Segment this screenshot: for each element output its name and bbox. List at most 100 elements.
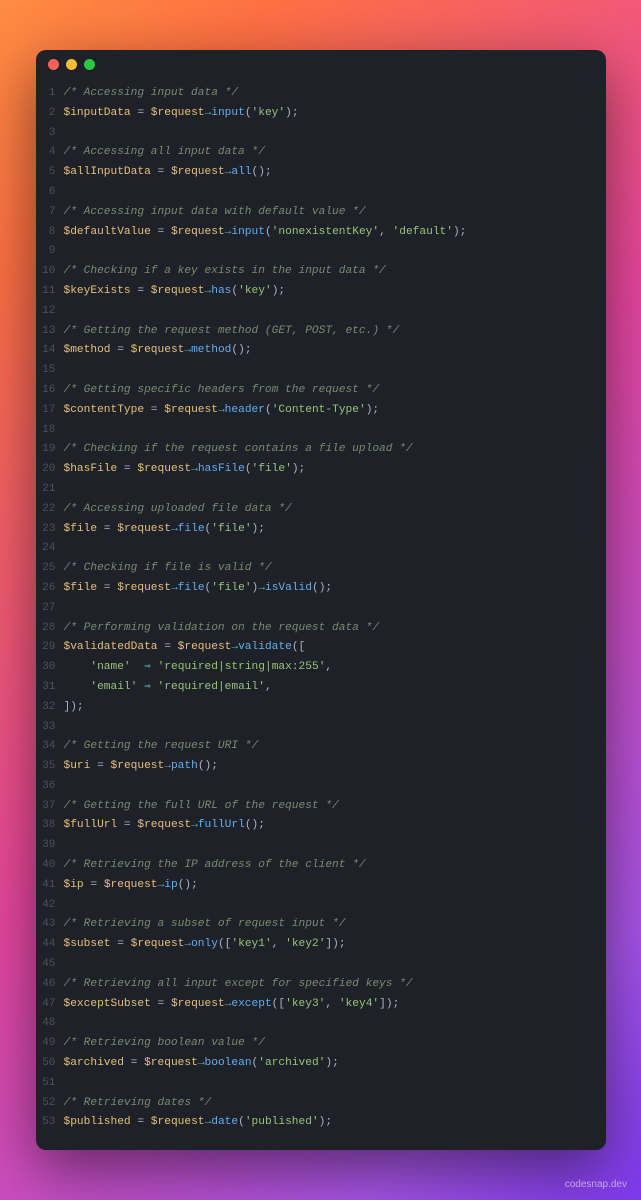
line-number: 45 — [36, 955, 56, 975]
code-line — [64, 1074, 594, 1094]
code-line: /* Retrieving the IP address of the clie… — [64, 856, 594, 876]
code-line: $exceptSubset = $request→except(['key3',… — [64, 995, 594, 1015]
line-number: 35 — [36, 757, 56, 777]
code-line: /* Getting the request method (GET, POST… — [64, 322, 594, 342]
code-line: $inputData = $request→input('key'); — [64, 104, 594, 124]
code-line: $contentType = $request→header('Content-… — [64, 401, 594, 421]
code-line — [64, 777, 594, 797]
line-number: 43 — [36, 915, 56, 935]
code-line: $fullUrl = $request→fullUrl(); — [64, 816, 594, 836]
code-line: $method = $request→method(); — [64, 341, 594, 361]
line-number: 9 — [36, 242, 56, 262]
code-line: /* Accessing input data with default val… — [64, 203, 594, 223]
code-line: /* Retrieving dates */ — [64, 1094, 594, 1114]
code-line: $validatedData = $request→validate([ — [64, 638, 594, 658]
line-number: 41 — [36, 876, 56, 896]
line-number: 36 — [36, 777, 56, 797]
line-number: 38 — [36, 816, 56, 836]
code-line: /* Retrieving a subset of request input … — [64, 915, 594, 935]
code-line — [64, 718, 594, 738]
code-line: $defaultValue = $request→input('nonexist… — [64, 223, 594, 243]
line-number: 1 — [36, 84, 56, 104]
code-line — [64, 539, 594, 559]
line-number: 34 — [36, 737, 56, 757]
line-number: 40 — [36, 856, 56, 876]
line-number: 42 — [36, 896, 56, 916]
line-number: 2 — [36, 104, 56, 124]
code-line: /* Getting the request URI */ — [64, 737, 594, 757]
line-number: 48 — [36, 1014, 56, 1034]
line-number: 26 — [36, 579, 56, 599]
line-number: 50 — [36, 1054, 56, 1074]
code-line: $uri = $request→path(); — [64, 757, 594, 777]
line-number: 16 — [36, 381, 56, 401]
code-editor-window: 1234567891011121314151617181920212223242… — [36, 50, 606, 1150]
line-number: 32 — [36, 698, 56, 718]
code-line: /* Getting specific headers from the req… — [64, 381, 594, 401]
line-number: 7 — [36, 203, 56, 223]
line-number: 24 — [36, 539, 56, 559]
code-line — [64, 896, 594, 916]
code-line: $published = $request→date('published'); — [64, 1113, 594, 1133]
code-line: /* Accessing all input data */ — [64, 143, 594, 163]
line-number: 51 — [36, 1074, 56, 1094]
line-number: 20 — [36, 460, 56, 480]
code-line: $keyExists = $request→has('key'); — [64, 282, 594, 302]
code-line: $ip = $request→ip(); — [64, 876, 594, 896]
code-line — [64, 302, 594, 322]
line-number: 18 — [36, 421, 56, 441]
code-line: /* Checking if the request contains a fi… — [64, 440, 594, 460]
code-line: ]); — [64, 698, 594, 718]
code-line: /* Checking if file is valid */ — [64, 559, 594, 579]
line-number: 37 — [36, 797, 56, 817]
line-number-gutter: 1234567891011121314151617181920212223242… — [36, 84, 64, 1140]
code-line: $subset = $request→only(['key1', 'key2']… — [64, 935, 594, 955]
line-number: 17 — [36, 401, 56, 421]
line-number: 25 — [36, 559, 56, 579]
line-number: 8 — [36, 223, 56, 243]
code-line — [64, 242, 594, 262]
line-number: 19 — [36, 440, 56, 460]
code-line — [64, 183, 594, 203]
window-titlebar — [36, 50, 606, 78]
line-number: 5 — [36, 163, 56, 183]
line-number: 53 — [36, 1113, 56, 1133]
line-number: 44 — [36, 935, 56, 955]
maximize-icon[interactable] — [84, 59, 95, 70]
code-line: /* Performing validation on the request … — [64, 619, 594, 639]
line-number: 46 — [36, 975, 56, 995]
code-line: $allInputData = $request→all(); — [64, 163, 594, 183]
line-number: 33 — [36, 718, 56, 738]
line-number: 21 — [36, 480, 56, 500]
code-line — [64, 124, 594, 144]
minimize-icon[interactable] — [66, 59, 77, 70]
line-number: 11 — [36, 282, 56, 302]
code-line — [64, 955, 594, 975]
code-line — [64, 599, 594, 619]
code-line: $file = $request→file('file')→isValid(); — [64, 579, 594, 599]
code-line: /* Checking if a key exists in the input… — [64, 262, 594, 282]
code-line — [64, 1014, 594, 1034]
code-line — [64, 361, 594, 381]
line-number: 30 — [36, 658, 56, 678]
line-number: 31 — [36, 678, 56, 698]
line-number: 6 — [36, 183, 56, 203]
line-number: 10 — [36, 262, 56, 282]
watermark: codesnap.dev — [565, 1179, 627, 1190]
line-number: 22 — [36, 500, 56, 520]
line-number: 52 — [36, 1094, 56, 1114]
code-line — [64, 421, 594, 441]
line-number: 39 — [36, 836, 56, 856]
code-content[interactable]: /* Accessing input data */$inputData = $… — [64, 84, 606, 1140]
code-line: 'name' ⇒ 'required|string|max:255', — [64, 658, 594, 678]
line-number: 23 — [36, 520, 56, 540]
code-line: $archived = $request→boolean('archived')… — [64, 1054, 594, 1074]
code-line: 'email' ⇒ 'required|email', — [64, 678, 594, 698]
code-line — [64, 480, 594, 500]
line-number: 3 — [36, 124, 56, 144]
close-icon[interactable] — [48, 59, 59, 70]
line-number: 49 — [36, 1034, 56, 1054]
code-line — [64, 836, 594, 856]
line-number: 28 — [36, 619, 56, 639]
code-line: /* Getting the full URL of the request *… — [64, 797, 594, 817]
